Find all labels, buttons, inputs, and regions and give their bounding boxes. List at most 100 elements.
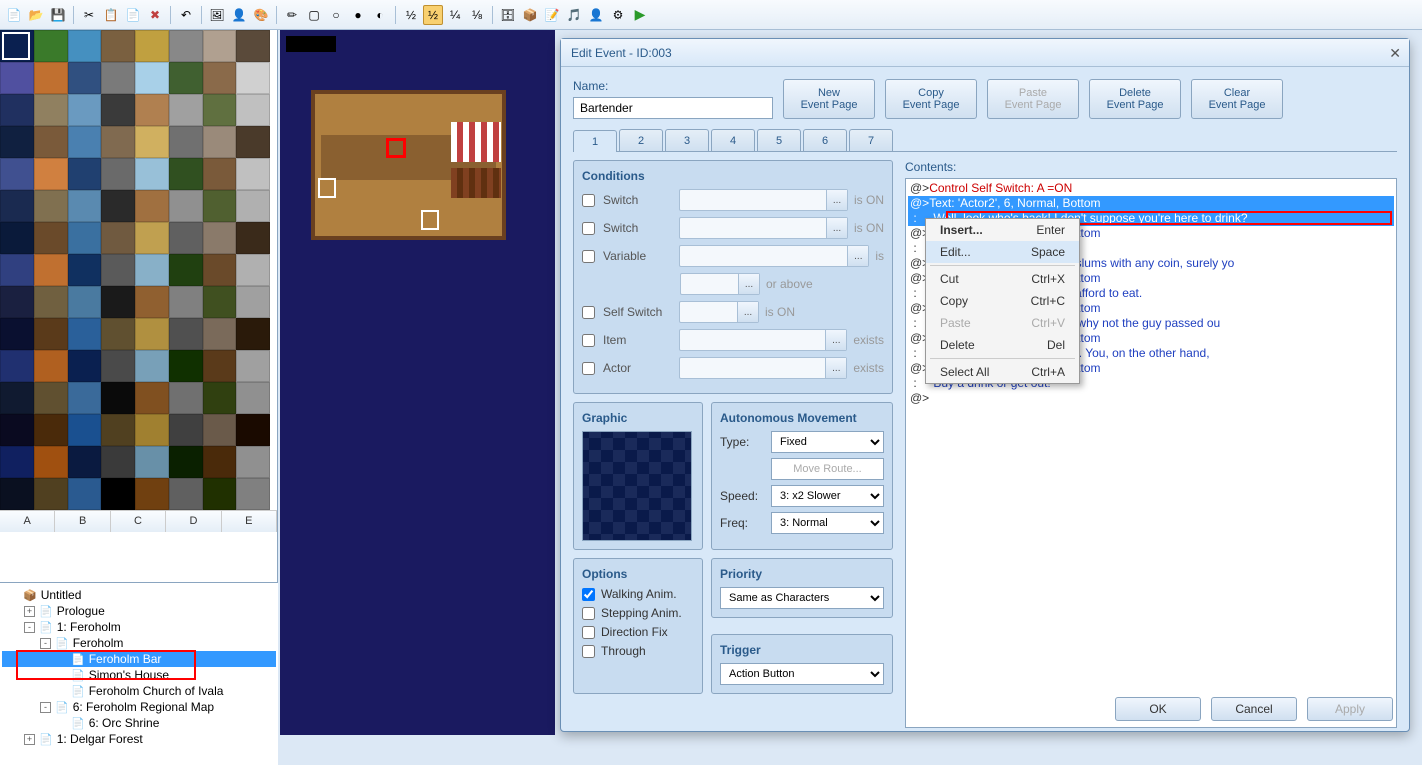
settings-button[interactable]: ⚙ — [608, 5, 628, 25]
delete-page-button[interactable]: Delete Event Page — [1089, 79, 1181, 119]
quarter-button[interactable]: ¼ — [445, 5, 465, 25]
map-viewport[interactable] — [280, 30, 555, 735]
ellipse-button[interactable]: ○ — [326, 5, 346, 25]
walking-checkbox[interactable] — [582, 588, 595, 601]
event-marker[interactable] — [386, 138, 406, 158]
cancel-button[interactable]: Cancel — [1211, 697, 1297, 721]
script-button[interactable]: 📝 — [542, 5, 562, 25]
item-checkbox[interactable] — [582, 334, 595, 347]
open-file-button[interactable]: 📂 — [26, 5, 46, 25]
database-button[interactable]: 🗄 — [498, 5, 518, 25]
direction-checkbox[interactable] — [582, 626, 595, 639]
page-tab-7[interactable]: 7 — [849, 129, 893, 151]
layer1-button[interactable]: 🖼 — [207, 5, 227, 25]
clear-page-button[interactable]: Clear Event Page — [1191, 79, 1283, 119]
command-line[interactable]: @>Text: 'Actor2', 6, Normal, Bottom — [908, 196, 1394, 211]
item-select[interactable] — [679, 329, 847, 351]
page-tab-5[interactable]: 5 — [757, 129, 801, 151]
command-line[interactable]: @> — [908, 391, 1394, 406]
tileset-palette[interactable] — [0, 30, 270, 510]
menu-cut[interactable]: CutCtrl+X — [926, 268, 1079, 290]
selfswitch-checkbox[interactable] — [582, 306, 595, 319]
resource-button[interactable]: 📦 — [520, 5, 540, 25]
move-speed-select[interactable]: 3: x2 Slower — [771, 485, 884, 507]
move-freq-select[interactable]: 3: Normal — [771, 512, 884, 534]
switch1-checkbox[interactable] — [582, 194, 595, 207]
page-tab-2[interactable]: 2 — [619, 129, 663, 151]
menu-copy[interactable]: CopyCtrl+C — [926, 290, 1079, 312]
page-tab-1[interactable]: 1 — [573, 130, 617, 152]
paste-button[interactable]: 📄 — [123, 5, 143, 25]
stepping-checkbox[interactable] — [582, 607, 595, 620]
actor-select[interactable] — [679, 357, 847, 379]
sound-button[interactable]: 🎵 — [564, 5, 584, 25]
switch2-checkbox[interactable] — [582, 222, 595, 235]
copy-button[interactable]: 📋 — [101, 5, 121, 25]
layer2-button[interactable]: 👤 — [229, 5, 249, 25]
tileset-tab-D[interactable]: D — [166, 511, 221, 532]
tree-node[interactable]: -📄1: Feroholm — [2, 619, 276, 635]
tileset-tab-E[interactable]: E — [222, 511, 277, 532]
tree-node[interactable]: 📄Feroholm Church of Ivala — [2, 683, 276, 699]
event-name-input[interactable] — [573, 97, 773, 119]
delete-button[interactable]: ✖ — [145, 5, 165, 25]
map-canvas[interactable] — [286, 60, 536, 260]
expand-icon[interactable]: + — [24, 606, 35, 617]
variable-checkbox[interactable] — [582, 250, 595, 263]
tileset-tab-A[interactable]: A — [0, 511, 55, 532]
expand-icon[interactable]: - — [24, 622, 35, 633]
through-checkbox[interactable] — [582, 645, 595, 658]
page-tab-4[interactable]: 4 — [711, 129, 755, 151]
expand-icon[interactable]: - — [40, 702, 51, 713]
move-type-select[interactable]: Fixed — [771, 431, 884, 453]
tileset-tab-B[interactable]: B — [55, 511, 110, 532]
switch2-select[interactable] — [679, 217, 848, 239]
page-tabs: 1234567 — [573, 129, 1397, 152]
close-icon[interactable]: ✕ — [1389, 45, 1401, 62]
tree-node[interactable]: 📦Untitled — [2, 587, 276, 603]
expand-icon[interactable]: + — [24, 734, 35, 745]
layer3-button[interactable]: 🎨 — [251, 5, 271, 25]
save-file-button[interactable]: 💾 — [48, 5, 68, 25]
new-page-button[interactable]: New Event Page — [783, 79, 875, 119]
page-tab-6[interactable]: 6 — [803, 129, 847, 151]
menu-delete[interactable]: DeleteDel — [926, 334, 1079, 356]
char-button[interactable]: 👤 — [586, 5, 606, 25]
tree-node[interactable]: 📄6: Orc Shrine — [2, 715, 276, 731]
priority-select[interactable]: Same as Characters — [720, 587, 884, 609]
page-tab-3[interactable]: 3 — [665, 129, 709, 151]
graphic-preview[interactable] — [582, 431, 692, 541]
tree-node[interactable]: 📄Simon's House — [2, 667, 276, 683]
variable-select[interactable] — [679, 245, 869, 267]
expand-icon[interactable]: - — [40, 638, 51, 649]
map-icon: 📄 — [71, 685, 85, 698]
pencil-button[interactable]: ✏ — [282, 5, 302, 25]
play-button[interactable]: ▶ — [630, 5, 650, 25]
tree-node[interactable]: -📄Feroholm — [2, 635, 276, 651]
half-button[interactable]: ½ — [401, 5, 421, 25]
selfswitch-select[interactable] — [679, 301, 759, 323]
undo-button[interactable]: ↶ — [176, 5, 196, 25]
switch1-select[interactable] — [679, 189, 848, 211]
command-line[interactable]: @>Control Self Switch: A =ON — [908, 181, 1394, 196]
tree-node[interactable]: +📄Prologue — [2, 603, 276, 619]
cut-button[interactable]: ✂ — [79, 5, 99, 25]
rect-button[interactable]: ▢ — [304, 5, 324, 25]
eighth-button[interactable]: ⅛ — [467, 5, 487, 25]
tileset-tab-C[interactable]: C — [111, 511, 166, 532]
shadow-button[interactable]: ◐ — [370, 5, 390, 25]
copy-page-button[interactable]: Copy Event Page — [885, 79, 977, 119]
menu-insert[interactable]: Insert...Enter — [926, 219, 1079, 241]
half-sel-button[interactable]: ½ — [423, 5, 443, 25]
trigger-select[interactable]: Action Button — [720, 663, 884, 685]
menu-selectall[interactable]: Select AllCtrl+A — [926, 361, 1079, 383]
variable-value[interactable] — [680, 273, 760, 295]
actor-checkbox[interactable] — [582, 362, 595, 375]
ok-button[interactable]: OK — [1115, 697, 1201, 721]
tree-node[interactable]: -📄6: Feroholm Regional Map — [2, 699, 276, 715]
tree-node[interactable]: +📄1: Delgar Forest — [2, 731, 276, 747]
fill-button[interactable]: ● — [348, 5, 368, 25]
tree-node[interactable]: 📄Feroholm Bar — [2, 651, 276, 667]
menu-edit[interactable]: Edit...Space — [926, 241, 1079, 263]
new-file-button[interactable]: 📄 — [4, 5, 24, 25]
